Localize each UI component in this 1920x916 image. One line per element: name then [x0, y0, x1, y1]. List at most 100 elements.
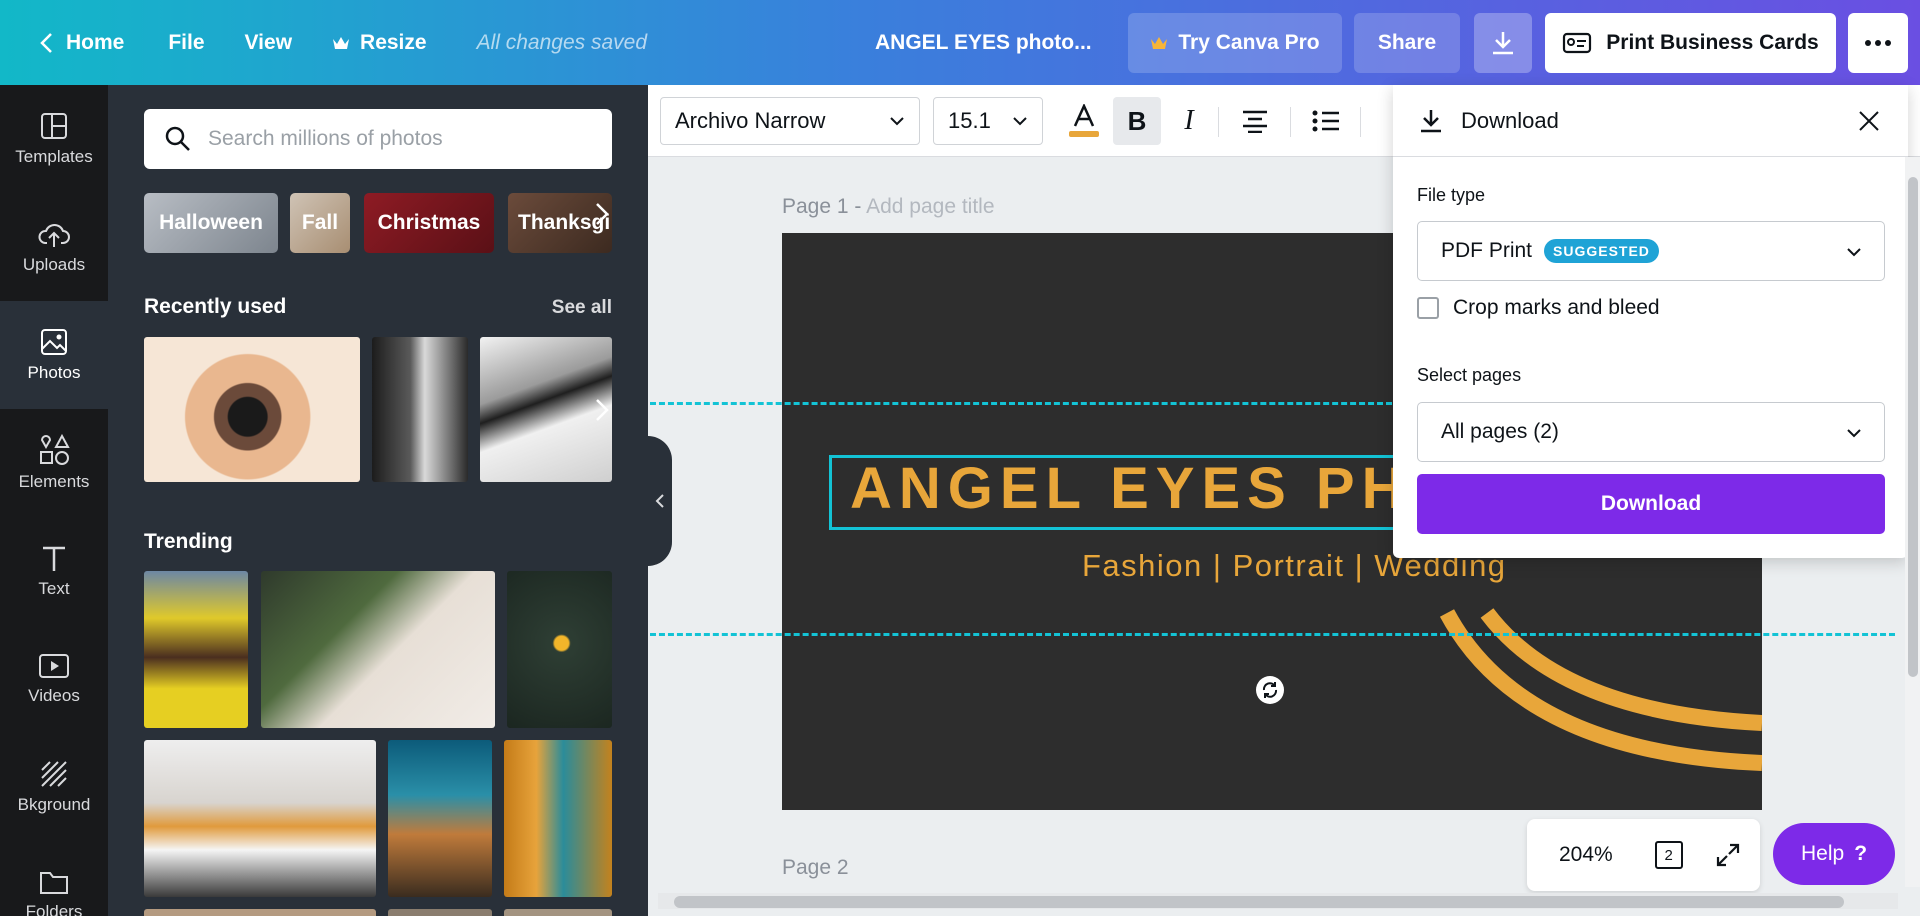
search-input[interactable]	[208, 127, 588, 151]
download-panel-header: Download	[1393, 85, 1908, 157]
file-type-label: File type	[1417, 185, 1486, 205]
toolbar-divider	[1360, 107, 1361, 137]
nav-folders[interactable]: Folders	[0, 841, 108, 916]
toolbar-divider	[1290, 107, 1291, 137]
suggested-badge: SUGGESTED	[1544, 239, 1659, 263]
nav-label: Uploads	[22, 255, 86, 274]
download-toggle-button[interactable]	[1474, 13, 1532, 73]
nav-label: Elements	[18, 472, 90, 491]
help-question-icon: ?	[1854, 842, 1868, 865]
try-canva-pro-button[interactable]: Try Canva Pro	[1128, 13, 1342, 73]
chip-label: Fall	[301, 211, 339, 234]
download-button[interactable]: Download	[1417, 474, 1885, 534]
share-button[interactable]: Share	[1354, 13, 1460, 73]
crop-marks-checkbox[interactable]	[1417, 297, 1439, 319]
photo-thumb[interactable]	[480, 337, 612, 482]
nav-elements[interactable]: Elements	[0, 409, 108, 517]
recently-used-heading: Recently used	[144, 295, 287, 318]
italic-button[interactable]: I	[1167, 97, 1211, 145]
crown-icon	[1151, 37, 1168, 49]
vertical-scrollbar[interactable]	[1905, 157, 1920, 887]
page-title-input[interactable]: Add page title	[866, 195, 994, 218]
more-dots-icon	[1865, 40, 1891, 46]
file-menu[interactable]: File	[148, 14, 224, 72]
photo-thumb[interactable]	[144, 337, 360, 482]
templates-icon	[41, 113, 67, 139]
nav-templates[interactable]: Templates	[0, 85, 108, 193]
page-count-button[interactable]: 2	[1654, 841, 1683, 869]
photo-thumb[interactable]	[261, 571, 495, 728]
crop-marks-label: Crop marks and bleed	[1453, 296, 1660, 319]
font-size-select[interactable]: 15.1	[933, 97, 1043, 145]
nav-label: Text	[38, 579, 70, 598]
photo-thumb[interactable]	[144, 909, 376, 916]
rotate-handle[interactable]	[1256, 676, 1284, 704]
photo-thumb[interactable]	[372, 337, 468, 482]
file-type-select[interactable]: PDF Print SUGGESTED	[1417, 221, 1885, 281]
bold-button[interactable]: B	[1113, 97, 1161, 145]
list-button[interactable]	[1304, 97, 1348, 145]
collapse-panel-button[interactable]	[648, 436, 672, 566]
chevron-right-icon	[596, 399, 609, 421]
photo-thumb[interactable]	[504, 740, 612, 897]
resize-button[interactable]: Resize	[312, 14, 447, 72]
bullet-list-icon	[1312, 110, 1339, 132]
print-business-cards-button[interactable]: Print Business Cards	[1545, 13, 1836, 73]
chevron-right-icon	[596, 203, 609, 225]
photo-thumb[interactable]	[504, 909, 612, 916]
chip-fall[interactable]: Fall	[290, 193, 350, 253]
vertical-scroll-thumb[interactable]	[1908, 177, 1918, 677]
select-pages-label: Select pages	[1417, 365, 1522, 385]
photos-panel: Halloween Fall Christmas Thanksgi Recent…	[108, 85, 648, 916]
folder-icon	[40, 872, 68, 894]
nav-label: Videos	[28, 686, 80, 705]
font-family-select[interactable]: Archivo Narrow	[660, 97, 920, 145]
align-button[interactable]	[1233, 97, 1277, 145]
horizontal-scrollbar[interactable]	[658, 893, 1898, 909]
nav-background[interactable]: Bkground	[0, 733, 108, 841]
chevron-left-icon	[40, 32, 52, 53]
photo-thumb[interactable]	[507, 571, 612, 728]
photo-thumb[interactable]	[388, 740, 492, 897]
chip-halloween[interactable]: Halloween	[144, 193, 278, 253]
help-button[interactable]: Help ?	[1773, 823, 1895, 885]
horizontal-scroll-thumb[interactable]	[674, 896, 1844, 908]
photo-thumb[interactable]	[144, 740, 376, 897]
zoom-level[interactable]: 204%	[1559, 843, 1613, 867]
page-1-label: Page 1 - Add page title	[782, 195, 995, 219]
see-all-link[interactable]: See all	[552, 297, 612, 319]
recent-next-arrow[interactable]	[594, 393, 610, 432]
fullscreen-icon[interactable]	[1715, 842, 1741, 868]
shapes-icon	[40, 434, 70, 465]
document-title[interactable]: ANGEL EYES photo...	[875, 0, 1092, 85]
nav-text[interactable]: Text	[0, 517, 108, 625]
chip-label: Christmas	[377, 211, 481, 234]
nav-videos[interactable]: Videos	[0, 625, 108, 733]
chevron-down-icon	[1847, 429, 1861, 438]
photo-thumb[interactable]	[144, 571, 248, 728]
file-label: File	[168, 30, 205, 54]
search-icon	[165, 126, 190, 151]
close-icon[interactable]	[1858, 110, 1880, 132]
home-label: Home	[66, 30, 125, 54]
search-box[interactable]	[144, 109, 612, 169]
text-selection-box[interactable]	[829, 455, 1409, 530]
photo-thumb[interactable]	[388, 909, 492, 916]
home-button[interactable]: Home	[18, 14, 144, 72]
chip-label: Halloween	[159, 211, 263, 234]
view-menu[interactable]: View	[225, 14, 312, 72]
text-color-button[interactable]	[1062, 97, 1106, 145]
bold-label: B	[1127, 105, 1147, 136]
chip-christmas[interactable]: Christmas	[364, 193, 494, 253]
font-size-value: 15.1	[948, 108, 991, 133]
more-options-button[interactable]	[1848, 13, 1908, 73]
toolbar-divider	[1218, 107, 1219, 137]
nav-photos[interactable]: Photos	[0, 301, 108, 409]
nav-uploads[interactable]: Uploads	[0, 193, 108, 301]
crop-marks-row[interactable]: Crop marks and bleed	[1417, 296, 1660, 320]
download-panel: Download File type PDF Print SUGGESTED C…	[1393, 85, 1908, 558]
pages-select[interactable]: All pages (2)	[1417, 402, 1885, 462]
save-status: All changes saved	[476, 30, 648, 54]
business-card-icon	[1563, 32, 1592, 54]
chips-next-arrow[interactable]	[594, 197, 610, 236]
